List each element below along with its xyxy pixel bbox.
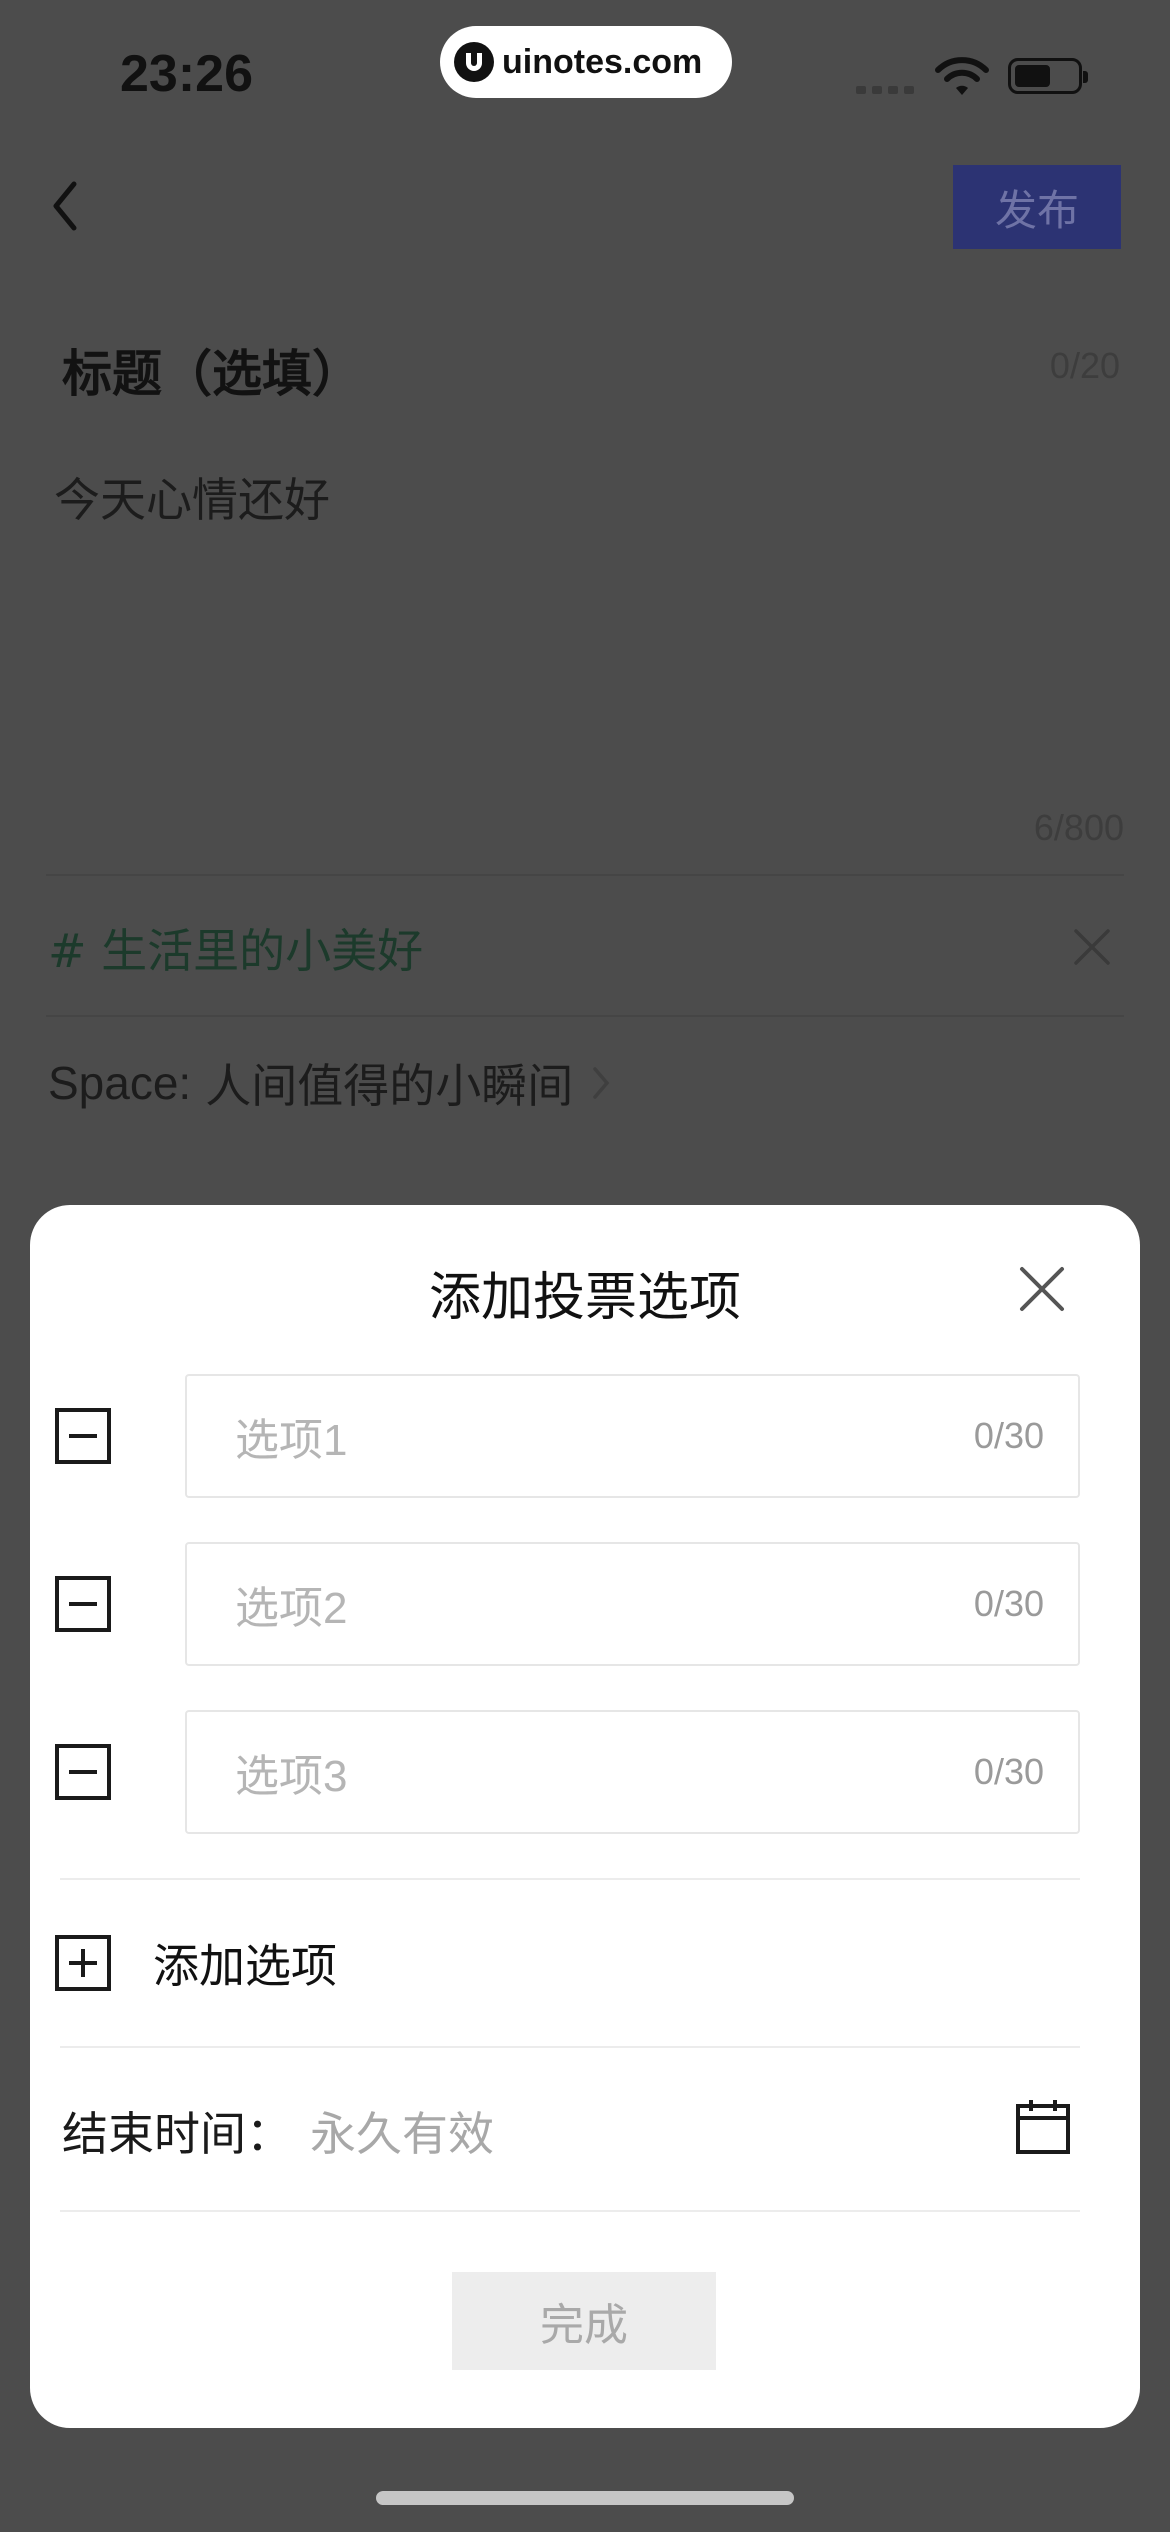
- option-char-count: 0/30: [973, 1583, 1044, 1624]
- wifi-icon: [935, 57, 989, 95]
- calendar-icon[interactable]: [1014, 2098, 1072, 2156]
- end-time-label: 结束时间：: [62, 2107, 292, 2161]
- option-input[interactable]: 选项1 0/30: [185, 1374, 1080, 1498]
- space-selector[interactable]: Space: 人间值得的小瞬间: [48, 1050, 615, 1116]
- divider: [60, 1878, 1080, 1880]
- divider: [46, 874, 1124, 876]
- option-row: 选项3 0/30: [55, 1710, 1080, 1834]
- space-name: 人间值得的小瞬间: [205, 1059, 574, 1113]
- add-option-button[interactable]: 添加选项: [55, 1928, 337, 1998]
- chevron-right-icon: [593, 1067, 610, 1099]
- watermark-text: uinotes.com: [502, 42, 703, 81]
- title-input[interactable]: 标题（选填）: [62, 334, 362, 406]
- option-row: 选项1 0/30: [55, 1374, 1080, 1498]
- option-input[interactable]: 选项2 0/30: [185, 1542, 1080, 1666]
- option-char-count: 0/30: [973, 1751, 1044, 1792]
- watermark-badge: uinotes.com: [440, 26, 732, 98]
- remove-option-minus-icon[interactable]: [55, 1744, 111, 1800]
- remove-option-minus-icon[interactable]: [55, 1408, 111, 1464]
- plus-icon: [55, 1935, 111, 1991]
- body-char-count: 6/800: [1033, 807, 1124, 848]
- modal-title: 添加投票选项: [428, 1268, 741, 1328]
- option-char-count: 0/30: [973, 1415, 1044, 1456]
- divider: [46, 1015, 1124, 1017]
- topic-tag[interactable]: # 生活里的小美好: [48, 915, 423, 981]
- status-time: 23:26: [120, 45, 253, 103]
- end-time-value: 永久有效: [310, 2107, 494, 2161]
- option-row: 选项2 0/30: [55, 1542, 1080, 1666]
- add-option-label: 添加选项: [153, 1939, 337, 1993]
- option-placeholder: 选项1: [235, 1416, 348, 1465]
- home-indicator: [376, 2491, 794, 2505]
- divider: [60, 2046, 1080, 2048]
- option-placeholder: 选项3: [235, 1752, 348, 1801]
- close-icon[interactable]: [1014, 1261, 1070, 1317]
- space-prefix: Space:: [48, 1057, 192, 1109]
- option-input[interactable]: 选项3 0/30: [185, 1710, 1080, 1834]
- option-placeholder: 选项2: [235, 1584, 348, 1633]
- signal-icon: [856, 86, 914, 94]
- end-time-row[interactable]: 结束时间： 永久有效: [62, 2098, 494, 2164]
- body-textarea[interactable]: 今天心情还好: [54, 464, 330, 530]
- back-chevron-icon[interactable]: [46, 176, 86, 236]
- topic-remove-icon[interactable]: [1070, 925, 1114, 969]
- divider: [60, 2210, 1080, 2212]
- watermark-logo-icon: [454, 42, 494, 82]
- battery-icon: [1008, 58, 1088, 94]
- remove-option-minus-icon[interactable]: [55, 1576, 111, 1632]
- title-char-count: 0/20: [1049, 345, 1120, 386]
- done-button[interactable]: 完成: [452, 2272, 716, 2370]
- publish-button[interactable]: 发布: [953, 165, 1121, 249]
